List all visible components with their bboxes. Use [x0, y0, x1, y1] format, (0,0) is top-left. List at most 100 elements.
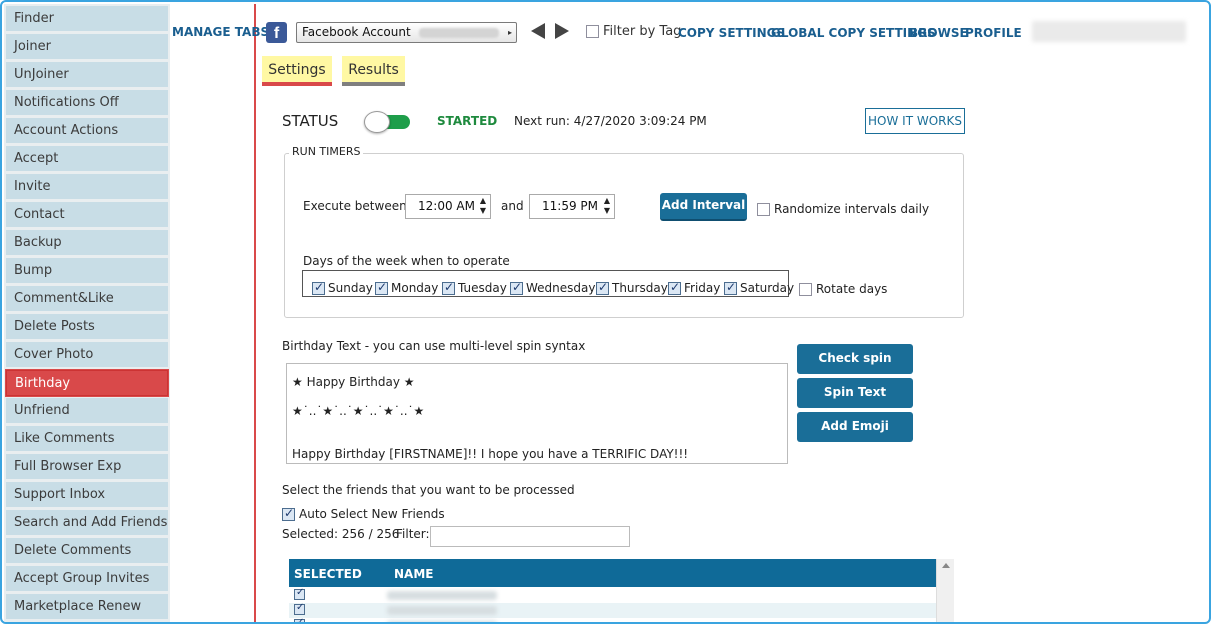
filter-by-tag-label: Filter by Tag	[603, 24, 682, 39]
next-account-icon[interactable]	[555, 23, 569, 39]
sidebar-item-delete-comments[interactable]: Delete Comments	[6, 538, 168, 564]
sidebar-item-finder[interactable]: Finder	[6, 6, 168, 32]
scroll-up-icon[interactable]	[942, 563, 950, 568]
time-spinner-icon[interactable]: ▲ ▼	[479, 196, 487, 216]
randomize-intervals-checkbox[interactable]: Randomize intervals daily	[757, 202, 929, 216]
spin-text-button[interactable]: Spin Text	[797, 378, 913, 408]
day-checkbox[interactable]	[724, 280, 737, 295]
friends-select-label: Select the friends that you want to be p…	[282, 483, 575, 497]
day-monday[interactable]: Monday	[375, 280, 438, 295]
table-row[interactable]	[289, 602, 936, 618]
birthday-text-line-2: ★˙..˙★˙..˙★˙..˙★˙..˙★	[292, 404, 425, 418]
sidebar-item-bump[interactable]: Bump	[6, 258, 168, 284]
how-it-works-button[interactable]: HOW IT WORKS	[865, 108, 965, 134]
rotate-days-label: Rotate days	[816, 282, 888, 296]
row-checkbox[interactable]	[294, 602, 305, 615]
day-checkbox[interactable]	[312, 280, 325, 295]
and-label: and	[501, 199, 524, 213]
check-spin-syntax-button[interactable]: Check spin syntax	[797, 344, 913, 393]
copy-settings-link[interactable]: COPY SETTINGS	[678, 26, 785, 40]
row-checkbox[interactable]	[294, 617, 305, 622]
row-checkbox[interactable]	[294, 587, 305, 600]
day-checkbox[interactable]	[596, 280, 609, 295]
day-label: Tuesday	[458, 281, 507, 295]
birthday-text-line-1: ★ Happy Birthday ★	[292, 375, 415, 389]
sidebar-item-joiner[interactable]: Joiner	[6, 34, 168, 60]
table-row[interactable]	[289, 587, 936, 603]
day-thursday[interactable]: Thursday	[596, 280, 668, 295]
tab-results[interactable]: Results	[342, 56, 405, 86]
end-time-input[interactable]: 11:59 PM ▲ ▼	[529, 194, 615, 219]
sidebar-item-delete-posts[interactable]: Delete Posts	[6, 314, 168, 340]
sidebar-item-cover-photo[interactable]: Cover Photo	[6, 342, 168, 368]
friends-filter-input[interactable]	[430, 526, 630, 547]
sidebar-item-search-add-friends[interactable]: Search and Add Friends	[6, 510, 168, 536]
day-friday[interactable]: Friday	[668, 280, 721, 295]
execute-between-label: Execute between	[303, 199, 407, 213]
friends-table-header: SELECTED NAME	[289, 559, 936, 587]
sidebar-item-account-actions[interactable]: Account Actions	[6, 118, 168, 144]
sidebar-item-comment-like[interactable]: Comment&Like	[6, 286, 168, 312]
sidebar-item-unfriend[interactable]: Unfriend	[6, 398, 168, 424]
sidebar-item-contact[interactable]: Contact	[6, 202, 168, 228]
sidebar-item-notifications-off[interactable]: Notifications Off	[6, 90, 168, 116]
day-label: Friday	[684, 281, 721, 295]
sidebar-item-invite[interactable]: Invite	[6, 174, 168, 200]
end-time-value: 11:59 PM	[542, 199, 598, 213]
sidebar-item-accept-group-invites[interactable]: Accept Group Invites	[6, 566, 168, 592]
next-run-text: Next run: 4/27/2020 3:09:24 PM	[514, 114, 707, 128]
day-checkbox[interactable]	[668, 280, 681, 295]
tab-settings[interactable]: Settings	[262, 56, 332, 86]
app-window: Finder Joiner UnJoiner Notifications Off…	[0, 0, 1211, 624]
sidebar-item-marketplace-renew[interactable]: Marketplace Renew	[6, 594, 168, 620]
profile-link[interactable]: PROFILE	[965, 26, 1022, 40]
day-wednesday[interactable]: Wednesday	[510, 280, 595, 295]
day-saturday[interactable]: Saturday	[724, 280, 794, 295]
day-label: Sunday	[328, 281, 373, 295]
sidebar: Finder Joiner UnJoiner Notifications Off…	[4, 4, 170, 622]
sidebar-item-support-inbox[interactable]: Support Inbox	[6, 482, 168, 508]
column-selected[interactable]: SELECTED	[294, 567, 362, 581]
auto-select-box[interactable]	[282, 506, 295, 521]
birthday-text-line-3: Happy Birthday [FIRSTNAME]!! I hope you …	[292, 447, 689, 461]
filter-by-tag-box[interactable]	[586, 25, 599, 38]
account-select[interactable]: Facebook Account ▸	[296, 22, 517, 43]
friend-name-redacted	[387, 606, 497, 615]
status-toggle[interactable]	[364, 111, 410, 133]
account-name-redacted	[418, 27, 499, 38]
auto-select-checkbox[interactable]: Auto Select New Friends	[282, 506, 445, 521]
toggle-knob	[364, 111, 390, 133]
sidebar-item-backup[interactable]: Backup	[6, 230, 168, 256]
sidebar-item-full-browser-exp[interactable]: Full Browser Exp	[6, 454, 168, 480]
day-sunday[interactable]: Sunday	[312, 280, 373, 295]
sidebar-item-like-comments[interactable]: Like Comments	[6, 426, 168, 452]
day-checkbox[interactable]	[442, 280, 455, 295]
day-checkbox[interactable]	[510, 280, 523, 295]
day-checkbox[interactable]	[375, 280, 388, 295]
add-interval-button[interactable]: Add Interval	[660, 193, 747, 221]
sidebar-item-birthday[interactable]: Birthday	[6, 370, 168, 396]
rotate-days-box[interactable]	[799, 283, 812, 296]
filter-by-tag-checkbox[interactable]: Filter by Tag	[586, 24, 681, 39]
table-scrollbar[interactable]	[936, 559, 954, 622]
table-row[interactable]	[289, 617, 936, 622]
previous-account-icon[interactable]	[531, 23, 545, 39]
randomize-label: Randomize intervals daily	[774, 202, 930, 216]
randomize-box[interactable]	[757, 203, 770, 216]
time-spinner-icon[interactable]: ▲ ▼	[603, 196, 611, 216]
chevron-down-icon: ▸	[507, 28, 512, 37]
manage-tabs-link[interactable]: MANAGE TABS	[172, 25, 269, 39]
friend-name-redacted	[387, 591, 497, 600]
auto-select-label: Auto Select New Friends	[299, 507, 445, 521]
sidebar-item-accept[interactable]: Accept	[6, 146, 168, 172]
days-label: Days of the week when to operate	[303, 254, 510, 268]
column-name[interactable]: NAME	[394, 567, 433, 581]
add-emoji-button[interactable]: Add Emoji	[797, 412, 913, 442]
facebook-icon: f	[266, 22, 287, 43]
day-tuesday[interactable]: Tuesday	[442, 280, 507, 295]
browse-link[interactable]: BROWSE	[909, 26, 968, 40]
rotate-days-checkbox[interactable]: Rotate days	[799, 282, 887, 296]
sidebar-item-unjoiner[interactable]: UnJoiner	[6, 62, 168, 88]
run-timers-legend: RUN TIMERS	[289, 145, 364, 158]
start-time-input[interactable]: 12:00 AM ▲ ▼	[405, 194, 491, 219]
